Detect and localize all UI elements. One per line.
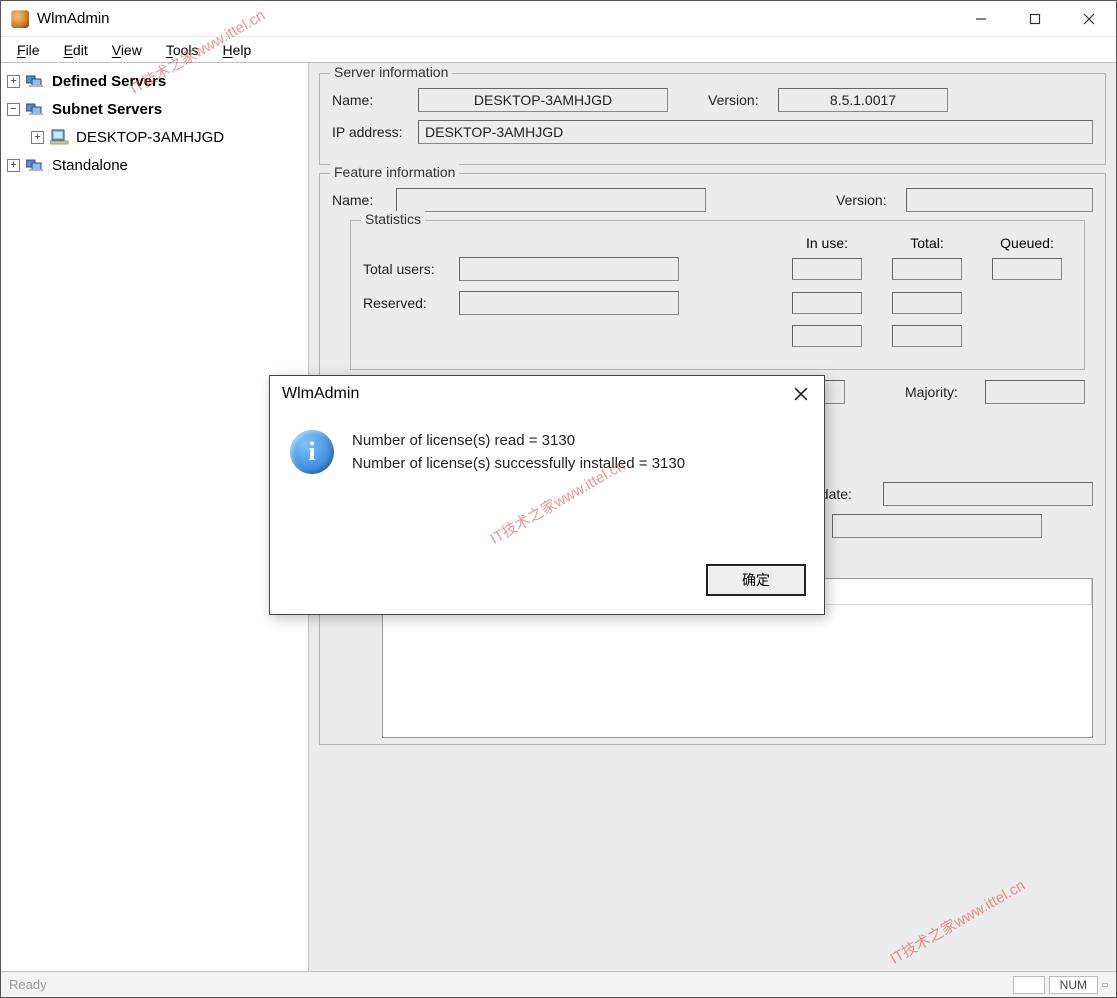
reserved-value [459, 291, 679, 315]
feature-name-label: Name: [332, 192, 396, 208]
expand-icon[interactable]: + [7, 159, 20, 172]
dialog-line1: Number of license(s) read = 3130 [352, 430, 685, 453]
server-info-legend: Server information [330, 64, 452, 80]
rt-date-value [883, 482, 1093, 506]
tree-node-standalone[interactable]: + Standalone [7, 151, 308, 179]
ip-address-label: IP address: [332, 124, 418, 140]
reserved-label: Reserved: [363, 295, 459, 311]
info-icon: i [290, 430, 334, 474]
servers-group-icon [26, 157, 46, 173]
tree-label: DESKTOP-3AMHJGD [76, 129, 224, 146]
maximize-button[interactable] [1008, 1, 1062, 37]
menu-file-label: ile [26, 42, 40, 58]
tree-node-subnet-child[interactable]: + DESKTOP-3AMHJGD [7, 123, 308, 151]
menu-view-label: iew [121, 42, 142, 58]
close-button[interactable] [1062, 1, 1116, 37]
main-window: WlmAdmin File Edit View Tools Help + Def… [0, 0, 1117, 998]
menu-tools-label: ools [173, 42, 199, 58]
menu-tools[interactable]: Tools [156, 40, 209, 60]
end-date-value [832, 514, 1042, 538]
tree-label: Subnet Servers [52, 101, 162, 118]
status-empty-pill [1013, 976, 1045, 994]
dialog-ok-button[interactable]: 确定 [706, 564, 806, 596]
menu-edit[interactable]: Edit [54, 40, 98, 60]
expand-icon[interactable]: + [7, 75, 20, 88]
col-inuse: In use: [792, 235, 862, 251]
total-users-queued [992, 258, 1062, 280]
server-tree[interactable]: + Defined Servers − Subnet Servers + DES… [1, 63, 309, 971]
server-name-label: Name: [332, 92, 418, 108]
app-icon [11, 10, 29, 28]
server-version-label: Version: [708, 92, 778, 108]
reserved-total [892, 292, 962, 314]
menu-file[interactable]: File [7, 40, 50, 60]
dialog-title: WlmAdmin [282, 385, 359, 403]
status-empty-pill-2 [1102, 983, 1108, 987]
tree-label: Standalone [52, 157, 128, 174]
ip-address-value: DESKTOP-3AMHJGD [418, 120, 1093, 144]
tree-node-defined-servers[interactable]: + Defined Servers [7, 67, 308, 95]
server-name-value: DESKTOP-3AMHJGD [418, 88, 668, 112]
tree-node-subnet-servers[interactable]: − Subnet Servers [7, 95, 308, 123]
statistics-group: Statistics In use: Total: Queued: Total … [350, 220, 1085, 370]
menu-help-label: elp [233, 42, 252, 58]
dialog-message: Number of license(s) read = 3130 Number … [352, 430, 685, 564]
servers-group-icon [26, 101, 46, 117]
tree-label: Defined Servers [52, 73, 166, 90]
dialog-titlebar: WlmAdmin [270, 376, 824, 412]
collapse-icon[interactable]: − [7, 103, 20, 116]
extra-total [892, 325, 962, 347]
reserved-inuse [792, 292, 862, 314]
status-num: NUM [1049, 976, 1098, 994]
expand-icon[interactable]: + [31, 131, 44, 144]
dialog-close-button[interactable] [788, 381, 814, 407]
server-info-group: Server information Name: DESKTOP-3AMHJGD… [319, 73, 1106, 165]
total-users-inuse [792, 258, 862, 280]
window-title: WlmAdmin [37, 10, 110, 27]
menu-view[interactable]: View [102, 40, 152, 60]
col-queued: Queued: [992, 235, 1062, 251]
col-total: Total: [892, 235, 962, 251]
extra-inuse [792, 325, 862, 347]
majority-label: Majority: [905, 384, 985, 400]
feature-name-value [396, 188, 706, 212]
menu-help[interactable]: Help [213, 40, 262, 60]
feature-version-value [906, 188, 1093, 212]
servers-group-icon [26, 73, 46, 89]
dialog-line2: Number of license(s) successfully instal… [352, 453, 685, 476]
feature-info-legend: Feature information [330, 164, 459, 180]
minimize-button[interactable] [954, 1, 1008, 37]
status-bar: Ready NUM [1, 971, 1116, 997]
titlebar: WlmAdmin [1, 1, 1116, 37]
majority-value [985, 380, 1085, 404]
status-ready: Ready [9, 977, 47, 992]
server-version-value: 8.5.1.0017 [778, 88, 948, 112]
server-icon [50, 129, 70, 145]
total-users-total [892, 258, 962, 280]
statistics-legend: Statistics [361, 211, 425, 227]
total-users-label: Total users: [363, 261, 459, 277]
menu-edit-label: dit [73, 42, 88, 58]
feature-version-label: Version: [836, 192, 906, 208]
dialog-wlmadmin: WlmAdmin i Number of license(s) read = 3… [269, 375, 825, 615]
total-users-value [459, 257, 679, 281]
menubar: File Edit View Tools Help [1, 37, 1116, 63]
